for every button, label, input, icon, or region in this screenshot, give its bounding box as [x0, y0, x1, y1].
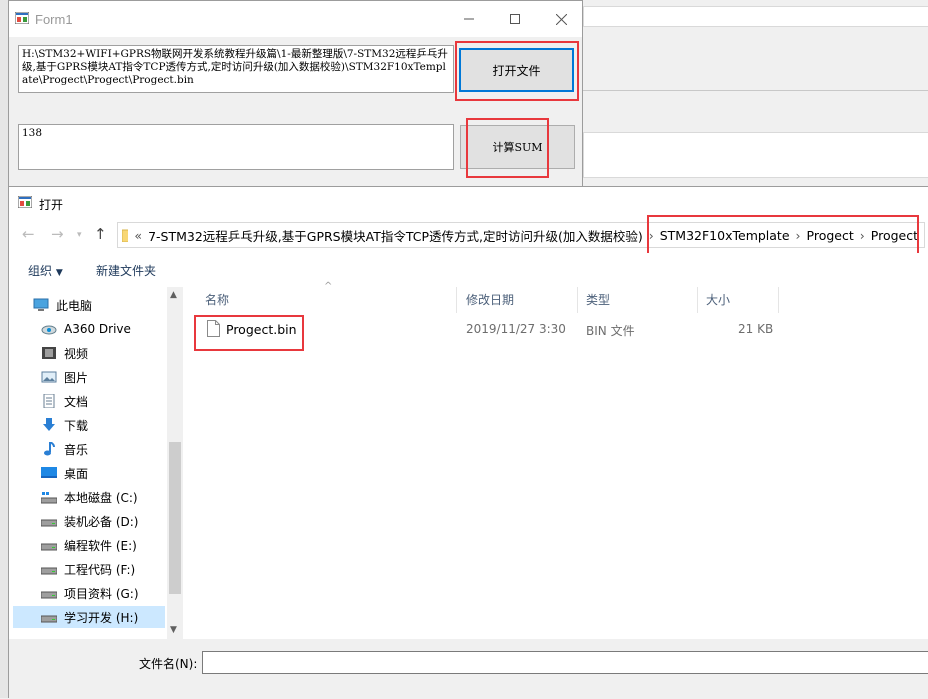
nav-item-a360-drive[interactable]: A360 Drive — [41, 318, 181, 340]
dialog-title: 打开 — [39, 198, 64, 212]
column-header-name[interactable]: 名称 — [205, 291, 229, 308]
download-folder-icon — [43, 418, 55, 431]
file-path-textbox[interactable]: H:\STM32+WIFI+GPRS物联网开发系统教程升级篇\1-最新整理版\7… — [18, 45, 454, 93]
background-app-edge — [0, 0, 8, 698]
nav-item-drive-e[interactable]: 编程软件 (E:) — [41, 534, 181, 556]
dialog-toolbar: 组织 ▼ 新建文件夹 — [9, 253, 928, 287]
filename-label: 文件名(N): — [139, 657, 198, 671]
navigation-pane: 此电脑 A360 Drive 视频 图片 文档 下载 音乐 桌面 本地磁盘 (C… — [9, 287, 183, 637]
background-app-strip — [583, 6, 928, 27]
scroll-down-icon[interactable]: ▼ — [170, 625, 177, 635]
background-app-panel — [583, 132, 928, 178]
form1-window: Form1 H:\STM32+WIFI+GPRS物联网开发系统教程升级篇\1-最… — [8, 0, 583, 190]
nav-label: A360 Drive — [64, 322, 131, 336]
form1-titlebar: Form1 — [9, 1, 582, 37]
sort-ascending-icon: ^ — [324, 281, 333, 292]
nav-item-drive-h[interactable]: 学习开发 (H:) — [13, 606, 165, 628]
nav-item-drive-g[interactable]: 项目资料 (G:) — [41, 582, 181, 604]
column-header-modified[interactable]: 修改日期 — [466, 291, 514, 308]
breadcrumb-overflow[interactable]: « — [134, 228, 142, 243]
drive-icon — [41, 615, 57, 623]
scroll-up-icon[interactable]: ▲ — [170, 290, 177, 300]
nav-item-drive-d[interactable]: 装机必备 (D:) — [41, 510, 181, 532]
chevron-down-icon: ▼ — [55, 268, 63, 278]
highlight-open-button — [455, 41, 579, 101]
nav-label: 图片 — [64, 370, 89, 385]
scrollbar-thumb[interactable] — [169, 442, 181, 594]
nav-item-desktop[interactable]: 桌面 — [41, 462, 181, 484]
video-folder-icon — [42, 347, 56, 359]
desktop-folder-icon — [41, 467, 57, 478]
cloud-drive-icon — [41, 325, 57, 335]
form1-title: Form1 — [35, 12, 73, 27]
computer-icon — [33, 298, 49, 311]
up-arrow-icon[interactable]: ↑ — [94, 225, 107, 243]
column-separator[interactable] — [778, 287, 779, 313]
app-icon — [18, 196, 32, 208]
app-icon — [15, 12, 29, 24]
close-button[interactable] — [538, 1, 584, 37]
column-header-size[interactable]: 大小 — [706, 291, 730, 308]
new-folder-button[interactable]: 新建文件夹 — [96, 262, 156, 279]
sum-result-textbox[interactable]: 138 — [18, 124, 454, 170]
system-drive-icon — [41, 492, 57, 504]
highlight-path-segment — [647, 215, 919, 257]
column-header-type[interactable]: 类型 — [586, 291, 610, 308]
nav-label: 项目资料 (G:) — [64, 586, 139, 601]
minimize-icon — [464, 18, 474, 20]
nav-item-drive-c[interactable]: 本地磁盘 (C:) — [41, 486, 181, 508]
folder-icon — [122, 229, 129, 242]
nav-label: 音乐 — [64, 442, 89, 457]
highlight-file — [194, 315, 304, 351]
nav-label: 桌面 — [64, 466, 89, 481]
nav-item-music[interactable]: 音乐 — [41, 438, 181, 460]
file-list: ^ 名称 修改日期 类型 大小 Progect.bin 2019/11/27 3… — [185, 281, 928, 637]
music-folder-icon — [44, 442, 55, 456]
file-type: BIN 文件 — [586, 324, 635, 338]
nav-label: 编程软件 (E:) — [64, 538, 137, 553]
documents-folder-icon — [43, 394, 55, 408]
nav-label: 下载 — [64, 418, 89, 433]
highlight-sum-button — [466, 118, 549, 178]
drive-icon — [41, 567, 57, 575]
close-icon — [555, 13, 567, 25]
background-app-divider — [583, 90, 928, 91]
file-size: 21 KB — [738, 322, 774, 336]
nav-label: 视频 — [64, 346, 89, 361]
column-separator[interactable] — [577, 287, 578, 313]
open-file-dialog: 打开 ← → ▾ ↑ « 7-STM32远程乒乓升级,基于GPRS模块AT指令T… — [8, 186, 928, 699]
organize-button[interactable]: 组织 ▼ — [28, 262, 63, 279]
nav-item-drive-f[interactable]: 工程代码 (F:) — [41, 558, 181, 580]
maximize-icon — [510, 14, 520, 24]
forward-arrow-icon[interactable]: → — [51, 225, 64, 243]
breadcrumb-segment-1[interactable]: 7-STM32远程乒乓升级,基于GPRS模块AT指令TCP透传方式,定时访问升级… — [148, 226, 643, 245]
nav-label: 学习开发 (H:) — [64, 610, 139, 625]
organize-label: 组织 — [28, 264, 53, 278]
dialog-bottom-bar: 文件名(N): — [9, 639, 928, 699]
maximize-button[interactable] — [492, 1, 538, 37]
recent-locations-chevron-icon[interactable]: ▾ — [77, 230, 82, 240]
nav-label: 此电脑 — [56, 298, 93, 313]
nav-pane-scrollbar[interactable]: ▲ ▼ — [167, 287, 183, 639]
drive-icon — [41, 591, 57, 599]
nav-item-pictures[interactable]: 图片 — [41, 366, 181, 388]
nav-item-downloads[interactable]: 下载 — [41, 414, 181, 436]
filename-input[interactable] — [202, 651, 928, 674]
nav-label: 装机必备 (D:) — [64, 514, 139, 529]
back-arrow-icon[interactable]: ← — [22, 225, 35, 243]
nav-label: 本地磁盘 (C:) — [64, 490, 138, 505]
column-separator[interactable] — [456, 287, 457, 313]
drive-icon — [41, 519, 57, 527]
column-separator[interactable] — [697, 287, 698, 313]
nav-item-this-pc[interactable]: 此电脑 — [33, 294, 173, 316]
nav-item-documents[interactable]: 文档 — [41, 390, 181, 412]
nav-item-videos[interactable]: 视频 — [41, 342, 181, 364]
drive-icon — [41, 543, 57, 551]
file-modified: 2019/11/27 3:30 — [466, 322, 566, 336]
nav-label: 工程代码 (F:) — [64, 562, 136, 577]
nav-label: 文档 — [64, 394, 89, 409]
pictures-folder-icon — [41, 371, 57, 383]
minimize-button[interactable] — [446, 1, 492, 37]
